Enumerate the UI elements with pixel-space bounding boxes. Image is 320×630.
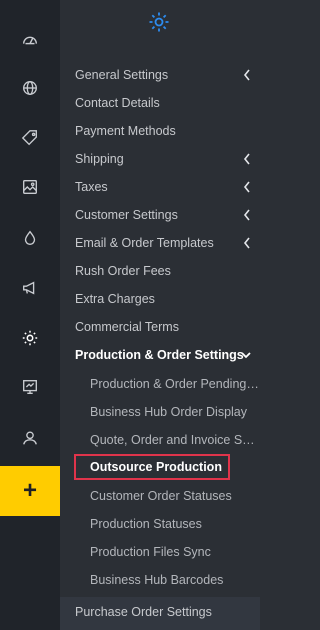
chart-icon[interactable] <box>0 367 60 407</box>
menu-label: Shipping <box>75 152 124 166</box>
icon-rail: + <box>0 0 60 630</box>
menu-extra-charges[interactable]: Extra Charges <box>75 285 260 313</box>
menu-label: Taxes <box>75 180 108 194</box>
submenu-business-hub-barcodes[interactable]: Business Hub Barcodes <box>90 566 260 594</box>
menu-rush-order-fees[interactable]: Rush Order Fees <box>75 257 260 285</box>
menu-shipping[interactable]: Shipping <box>75 145 260 173</box>
chevron-down-icon <box>241 352 251 359</box>
highlight-outline <box>74 454 230 480</box>
menu-production-order-settings[interactable]: Production & Order Settings <box>75 341 260 369</box>
menu-contact-details[interactable]: Contact Details <box>75 89 260 117</box>
menu-general-settings[interactable]: General Settings <box>75 61 260 89</box>
chevron-left-icon <box>243 69 250 81</box>
settings-menu-panel: General Settings Contact Details Payment… <box>60 0 260 630</box>
drop-icon[interactable] <box>0 218 60 258</box>
plus-label: + <box>22 477 37 504</box>
submenu-quote-order-invoice-settings[interactable]: Quote, Order and Invoice Set... <box>90 426 260 454</box>
menu-label: Extra Charges <box>75 292 155 306</box>
tag-icon[interactable] <box>0 118 60 158</box>
megaphone-icon[interactable] <box>0 268 60 308</box>
menu-label: Production & Order Settings <box>75 348 244 362</box>
submenu-production-order-pending[interactable]: Production & Order Pending ... <box>90 370 260 398</box>
submenu-business-hub-order-display[interactable]: Business Hub Order Display <box>90 398 260 426</box>
menu-customer-settings[interactable]: Customer Settings <box>75 201 260 229</box>
submenu-production-statuses[interactable]: Production Statuses <box>90 510 260 538</box>
menu-purchase-order-settings[interactable]: Purchase Order Settings <box>60 597 260 630</box>
image-icon[interactable] <box>0 167 60 207</box>
menu-email-order-templates[interactable]: Email & Order Templates <box>75 229 260 257</box>
menu-label: Email & Order Templates <box>75 236 214 250</box>
menu-label: Purchase Order Settings <box>75 605 212 619</box>
menu-taxes[interactable]: Taxes <box>75 173 260 201</box>
chevron-left-icon <box>243 181 250 193</box>
menu-payment-methods[interactable]: Payment Methods <box>75 117 260 145</box>
menu-commercial-terms[interactable]: Commercial Terms <box>75 313 260 341</box>
settings-gear-icon <box>149 12 169 32</box>
menu-label: Contact Details <box>75 96 160 110</box>
menu-label: Customer Settings <box>75 208 178 222</box>
add-button[interactable]: + <box>0 466 60 516</box>
chevron-left-icon <box>243 153 250 165</box>
menu-label: General Settings <box>75 68 169 82</box>
submenu-customer-order-statuses[interactable]: Customer Order Statuses <box>90 482 260 510</box>
globe-icon[interactable] <box>0 68 60 108</box>
chevron-left-icon <box>243 237 250 249</box>
menu-label: Rush Order Fees <box>75 264 171 278</box>
chevron-left-icon <box>243 209 250 221</box>
menu-label: Payment Methods <box>75 124 176 138</box>
gear-icon[interactable] <box>0 318 60 358</box>
menu-label: Commercial Terms <box>75 320 179 334</box>
dashboard-icon[interactable] <box>0 20 60 60</box>
user-icon[interactable] <box>0 418 60 458</box>
submenu-production-files-sync[interactable]: Production Files Sync <box>90 538 260 566</box>
